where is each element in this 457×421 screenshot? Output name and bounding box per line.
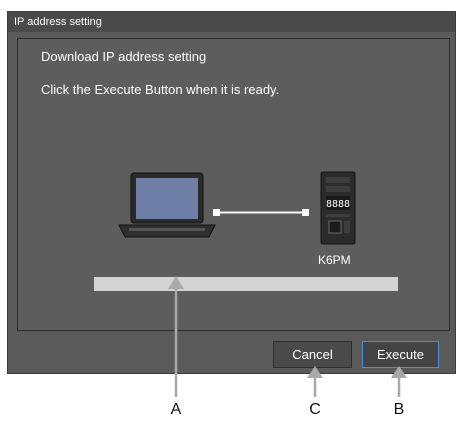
cancel-button[interactable]: Cancel <box>273 341 352 368</box>
ip-address-dialog: IP address setting Download IP address s… <box>7 11 456 374</box>
callout-label-a: A <box>170 401 182 418</box>
instruction-heading: Download IP address setting <box>41 49 207 64</box>
content-panel: Download IP address setting Click the Ex… <box>17 38 450 331</box>
k6pm-device-icon: 8888 <box>320 171 356 245</box>
progress-bar <box>94 277 398 291</box>
laptop-icon <box>118 172 216 238</box>
connection-line-icon <box>213 209 309 216</box>
instruction-text: Click the Execute Button when it is read… <box>41 82 280 97</box>
dialog-title: IP address setting <box>8 12 455 32</box>
device-display-digits: 8888 <box>326 199 350 210</box>
callout-label-b: B <box>393 401 405 418</box>
callout-label-c: C <box>309 401 321 418</box>
execute-button[interactable]: Execute <box>362 341 439 368</box>
device-label: K6PM <box>318 253 351 267</box>
